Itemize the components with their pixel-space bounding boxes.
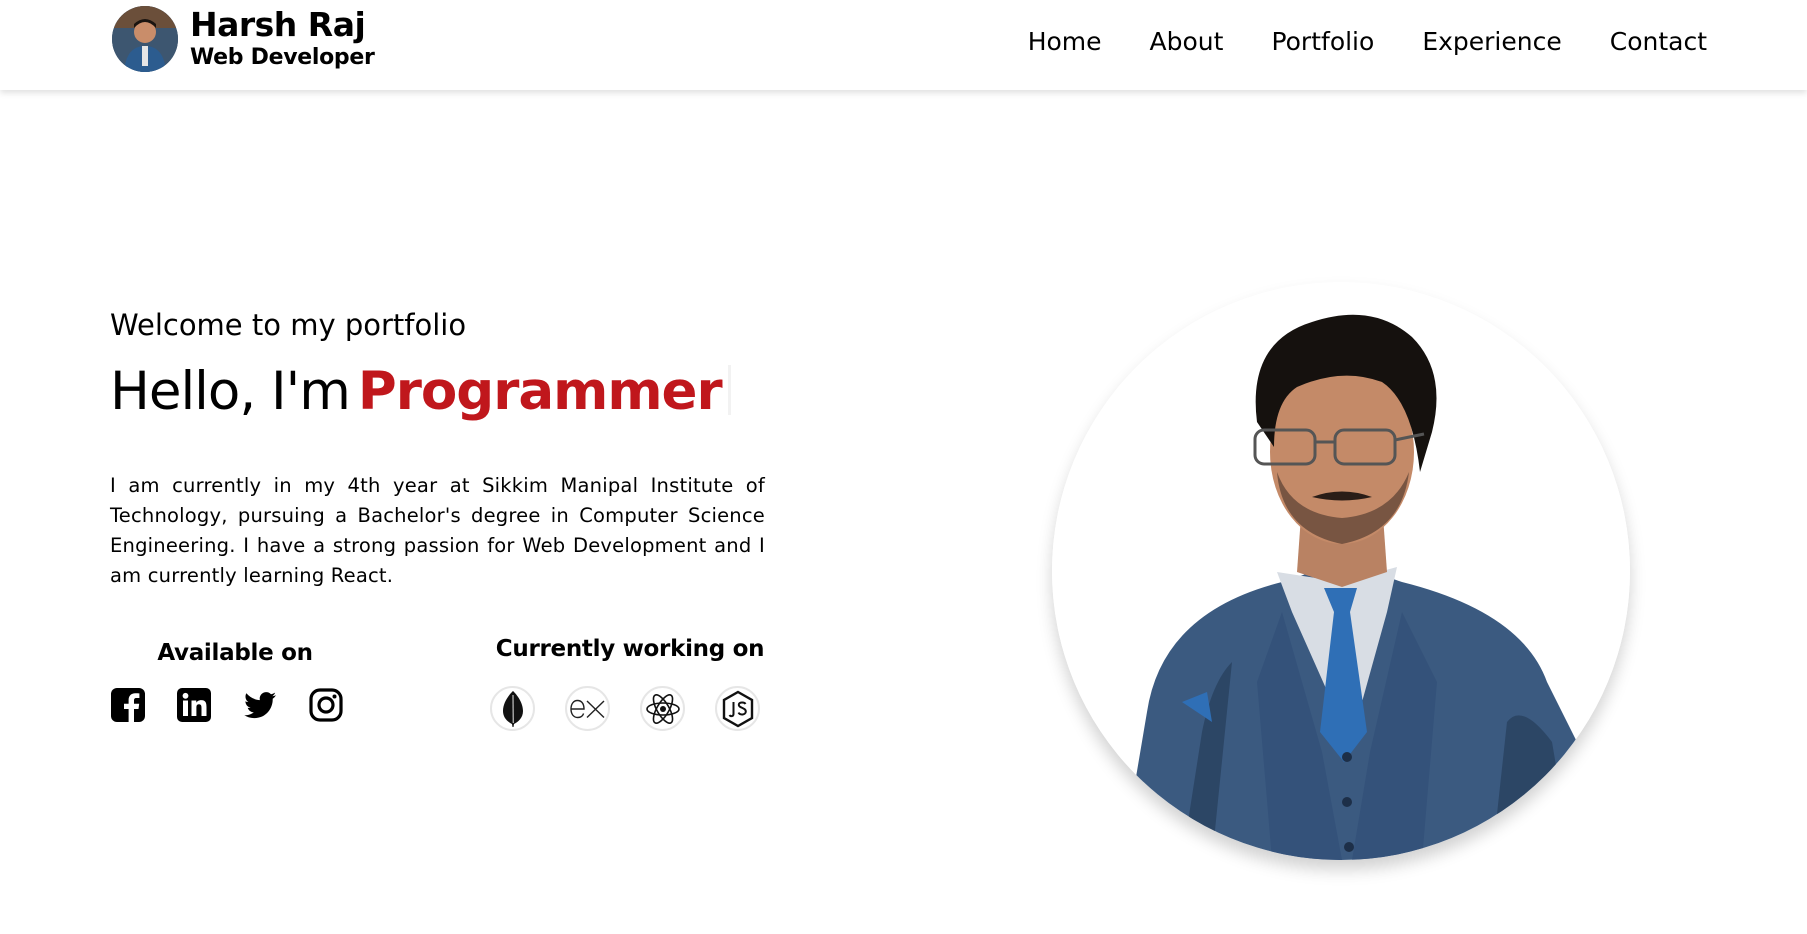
nav-experience[interactable]: Experience bbox=[1422, 24, 1561, 60]
react-icon bbox=[640, 686, 685, 731]
profile-photo bbox=[1052, 282, 1630, 860]
social-links bbox=[110, 687, 344, 723]
brand-role: Web Developer bbox=[190, 45, 375, 70]
typed-role: Programmer bbox=[357, 361, 723, 422]
express-icon bbox=[565, 686, 610, 731]
nodejs-icon bbox=[715, 686, 760, 731]
instagram-icon[interactable] bbox=[308, 687, 344, 723]
welcome-text: Welcome to my portfolio bbox=[110, 308, 467, 342]
avatar bbox=[112, 6, 178, 72]
available-title: Available on bbox=[157, 640, 313, 666]
brand[interactable]: Harsh Raj Web Developer bbox=[112, 6, 375, 72]
site-header: Harsh Raj Web Developer Home About Portf… bbox=[0, 0, 1807, 90]
hero-section: Welcome to my portfolio Hello, I'm Progra… bbox=[110, 305, 765, 591]
nav-contact[interactable]: Contact bbox=[1610, 24, 1707, 60]
working-title: Currently working on bbox=[495, 636, 765, 662]
links-section: Available on Currently working on bbox=[110, 636, 770, 740]
currently-working-on: Currently working on bbox=[490, 636, 770, 731]
nav-home[interactable]: Home bbox=[1028, 24, 1102, 60]
mongodb-icon bbox=[490, 686, 535, 731]
main-nav: Home About Portfolio Experience Contact bbox=[980, 24, 1707, 60]
bio-paragraph: I am currently in my 4th year at Sikkim … bbox=[110, 474, 765, 587]
typing-cursor bbox=[727, 365, 731, 415]
hello-heading: Hello, I'm Programmer bbox=[110, 357, 765, 427]
brand-name: Harsh Raj bbox=[190, 5, 366, 44]
twitter-icon[interactable] bbox=[242, 687, 278, 723]
available-on: Available on bbox=[110, 640, 350, 666]
tech-stack bbox=[490, 686, 760, 731]
nav-portfolio[interactable]: Portfolio bbox=[1271, 24, 1374, 60]
facebook-icon[interactable] bbox=[110, 687, 146, 723]
hello-prefix: Hello, I'm bbox=[110, 361, 351, 422]
linkedin-icon[interactable] bbox=[176, 687, 212, 723]
nav-about[interactable]: About bbox=[1150, 24, 1224, 60]
